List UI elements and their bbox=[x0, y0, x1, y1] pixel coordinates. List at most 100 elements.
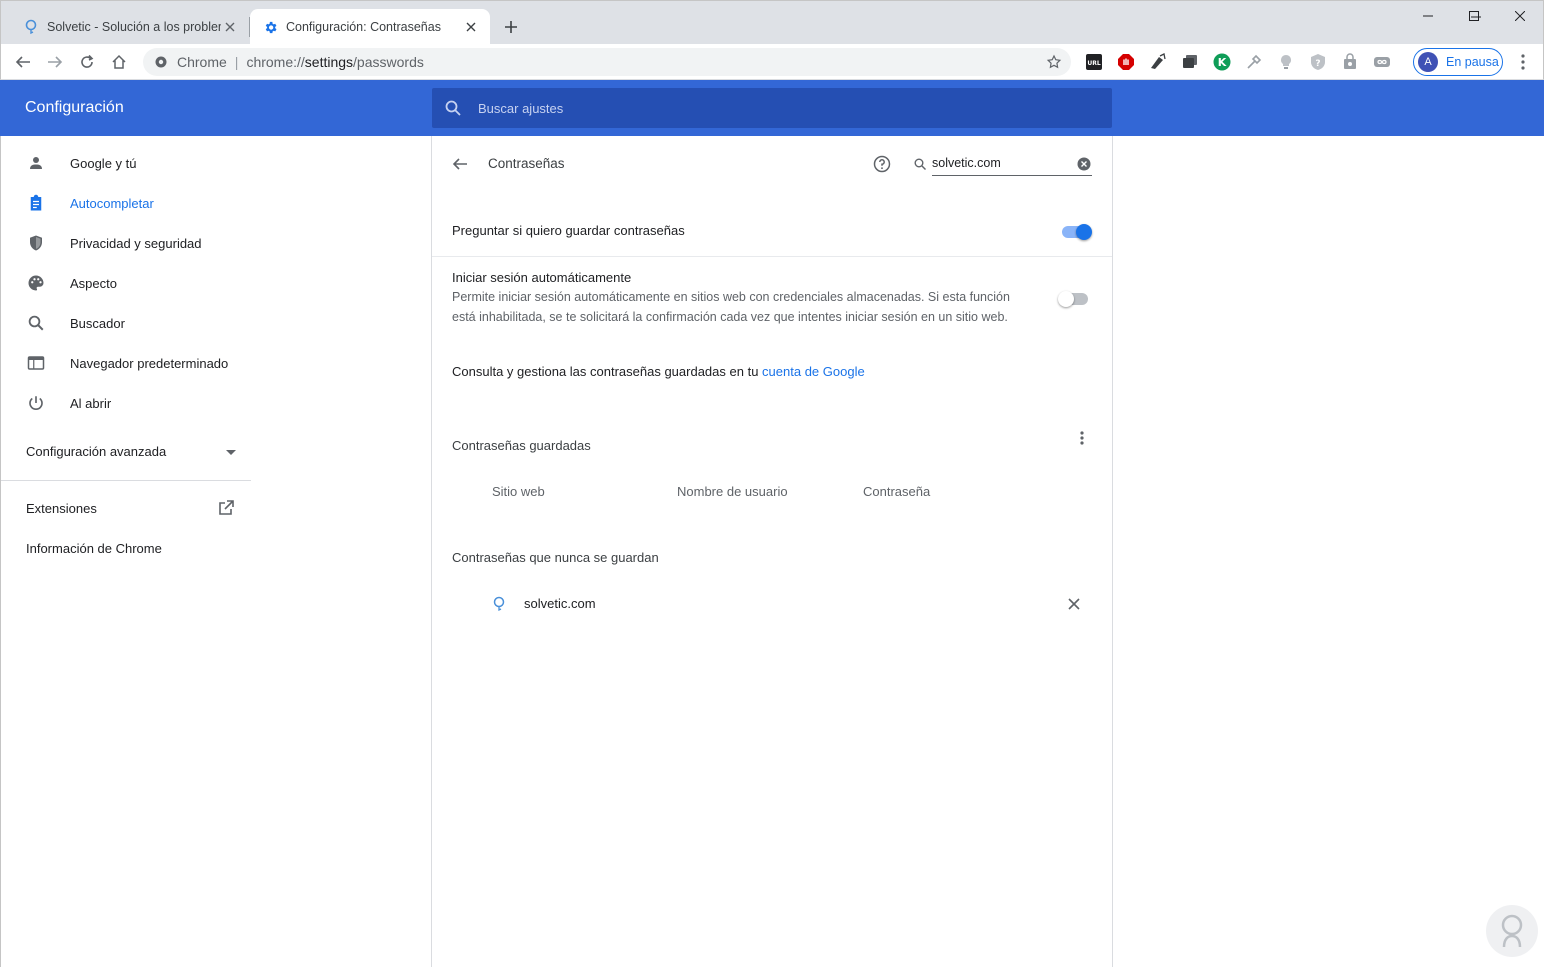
clipboard-icon bbox=[26, 193, 46, 213]
adblock-icon[interactable] bbox=[1117, 53, 1135, 71]
column-header-website: Sitio web bbox=[492, 484, 545, 499]
manage-account-text: Consulta y gestiona las contraseñas guar… bbox=[452, 364, 865, 379]
password-search-value: solvetic.com bbox=[932, 156, 1001, 170]
password-search-input[interactable]: solvetic.com bbox=[932, 154, 1092, 176]
offer-save-label: Preguntar si quiero guardar contraseñas bbox=[452, 223, 685, 238]
url-extension-icon[interactable]: URL bbox=[1085, 53, 1103, 71]
auto-signin-toggle[interactable] bbox=[1058, 291, 1090, 307]
chrome-icon bbox=[153, 54, 169, 70]
sidebar-item-privacy[interactable]: Privacidad y seguridad bbox=[1, 223, 251, 263]
chrome-menu-button[interactable] bbox=[1513, 50, 1533, 74]
infinity-icon[interactable] bbox=[1373, 53, 1391, 71]
remove-exception-icon[interactable] bbox=[1066, 596, 1082, 612]
sidebar-item-autofill[interactable]: Autocompletar bbox=[1, 183, 251, 223]
tab-title: Solvetic - Solución a los problem bbox=[47, 20, 221, 34]
sidebar-divider bbox=[1, 480, 251, 481]
chip-separator: | bbox=[234, 54, 239, 70]
svg-text:K: K bbox=[1218, 56, 1227, 69]
window-minimize-button[interactable] bbox=[1405, 0, 1451, 32]
settings-search-input[interactable]: Buscar ajustes bbox=[432, 88, 1112, 128]
offer-save-toggle[interactable] bbox=[1060, 224, 1092, 240]
help-icon[interactable] bbox=[873, 155, 891, 173]
solvetic-favicon-icon bbox=[23, 19, 39, 35]
sidebar-advanced-label: Configuración avanzada bbox=[26, 443, 167, 459]
maximize-button[interactable] bbox=[1451, 0, 1497, 32]
site-chip: Chrome bbox=[177, 54, 227, 70]
sidebar-item-label: Buscador bbox=[70, 315, 125, 331]
tab-solvetic[interactable]: Solvetic - Solución a los problem bbox=[11, 9, 249, 45]
column-header-username: Nombre de usuario bbox=[677, 484, 788, 499]
passwords-card: Contraseñas solvetic.com Preguntar si qu… bbox=[431, 136, 1113, 967]
saved-passwords-heading: Contraseñas guardadas bbox=[452, 438, 591, 453]
new-tab-button[interactable] bbox=[501, 17, 521, 37]
more-actions-icon[interactable] bbox=[1072, 428, 1092, 448]
sidebar-item-label: Google y tú bbox=[70, 155, 137, 171]
palette-icon bbox=[26, 273, 46, 293]
sidebar-item-about-chrome[interactable]: Información de Chrome bbox=[26, 538, 162, 558]
profile-button[interactable]: A En pausa bbox=[1413, 48, 1503, 76]
window-close-button[interactable] bbox=[1497, 0, 1543, 32]
search-placeholder: Buscar ajustes bbox=[478, 100, 564, 116]
row-divider bbox=[432, 256, 1112, 257]
eyedropper-icon[interactable] bbox=[1245, 53, 1263, 71]
svg-text:?: ? bbox=[1315, 59, 1320, 69]
search-icon bbox=[444, 99, 462, 117]
k-extension-icon[interactable]: K bbox=[1213, 53, 1231, 71]
back-button[interactable] bbox=[11, 50, 35, 74]
tab-settings-passwords[interactable]: Configuración: Contraseñas bbox=[250, 9, 490, 45]
page-title: Configuración bbox=[25, 99, 124, 116]
gear-icon bbox=[262, 19, 278, 35]
forward-button[interactable] bbox=[43, 50, 67, 74]
home-button[interactable] bbox=[107, 50, 131, 74]
sidebar-advanced-toggle[interactable]: Configuración avanzada bbox=[26, 441, 236, 461]
sidebar-item-extensions[interactable]: Extensiones bbox=[26, 498, 97, 518]
tab-strip: Solvetic - Solución a los problem Config… bbox=[0, 0, 1544, 45]
sidebar-item-label: Información de Chrome bbox=[26, 540, 162, 556]
avatar: A bbox=[1418, 52, 1438, 72]
google-account-link[interactable]: cuenta de Google bbox=[762, 364, 865, 379]
sidebar-item-label: Autocompletar bbox=[70, 195, 154, 211]
svg-text:URL: URL bbox=[1087, 60, 1100, 67]
reload-button[interactable] bbox=[75, 50, 99, 74]
settings-sidebar: Google y tú Autocompletar Privacidad y s… bbox=[0, 136, 251, 967]
browser-toolbar: Chrome | chrome://settings/passwords URL… bbox=[0, 44, 1544, 80]
sidebar-item-default-browser[interactable]: Navegador predeterminado bbox=[1, 343, 251, 383]
close-icon[interactable] bbox=[221, 18, 239, 36]
sidebar-item-label: Aspecto bbox=[70, 275, 117, 291]
sidebar-item-label: Extensiones bbox=[26, 500, 97, 516]
solvetic-watermark-icon bbox=[1484, 903, 1540, 959]
caret-down-icon bbox=[226, 444, 236, 459]
sidebar-item-label: Navegador predeterminado bbox=[70, 355, 229, 371]
settings-header: Configuración Buscar ajustes bbox=[0, 80, 1544, 136]
sidebar-item-google[interactable]: Google y tú bbox=[1, 143, 251, 183]
solvetic-favicon-icon bbox=[492, 596, 508, 612]
open-in-new-icon[interactable] bbox=[217, 499, 235, 517]
clear-search-icon[interactable] bbox=[1077, 157, 1091, 171]
password-search-icon bbox=[914, 157, 928, 171]
browser-window-icon bbox=[26, 353, 46, 373]
auto-signin-desc-1: Permite iniciar sesión automáticamente e… bbox=[452, 290, 1010, 304]
sidebar-item-appearance[interactable]: Aspecto bbox=[1, 263, 251, 303]
pen-tool-icon[interactable] bbox=[1149, 53, 1167, 71]
tab-title: Configuración: Contraseñas bbox=[286, 20, 441, 34]
address-bar[interactable]: Chrome | chrome://settings/passwords bbox=[143, 48, 1071, 76]
bag-icon[interactable] bbox=[1341, 53, 1359, 71]
tab-manager-icon[interactable] bbox=[1181, 53, 1199, 71]
shield-question-icon[interactable]: ? bbox=[1309, 53, 1327, 71]
list-item: solvetic.com bbox=[492, 594, 1112, 616]
auto-signin-desc-2: está inhabilitada, se te solicitará la c… bbox=[452, 310, 1008, 324]
lightbulb-icon[interactable] bbox=[1277, 53, 1295, 71]
search-icon bbox=[26, 313, 46, 333]
never-saved-site: solvetic.com bbox=[524, 596, 596, 611]
sidebar-item-on-startup[interactable]: Al abrir bbox=[1, 383, 251, 423]
sidebar-item-label: Al abrir bbox=[70, 395, 112, 411]
power-icon bbox=[26, 393, 46, 413]
sidebar-item-search-engine[interactable]: Buscador bbox=[1, 303, 251, 343]
bookmark-star-icon[interactable] bbox=[1045, 53, 1063, 71]
shield-icon bbox=[26, 233, 46, 253]
auto-signin-label: Iniciar sesión automáticamente bbox=[452, 270, 632, 285]
never-saved-heading: Contraseñas que nunca se guardan bbox=[452, 550, 659, 565]
back-arrow-icon[interactable] bbox=[452, 156, 470, 174]
close-icon[interactable] bbox=[462, 18, 480, 36]
url-text: chrome://settings/passwords bbox=[246, 54, 424, 70]
